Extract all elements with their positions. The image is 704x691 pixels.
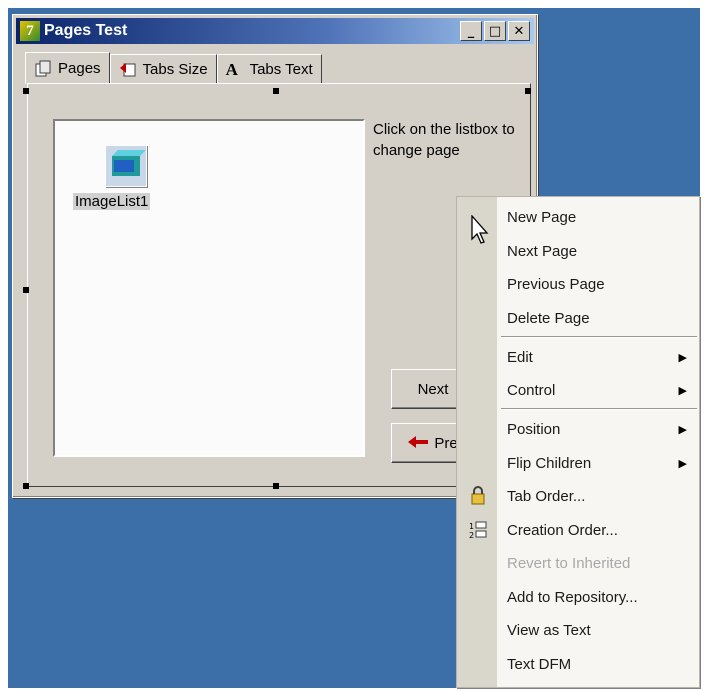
tab-pages[interactable]: Pages: [25, 52, 110, 84]
submenu-arrow-icon: ▶: [678, 423, 687, 436]
menu-item-flip-children[interactable]: Flip Children ▶: [457, 448, 699, 478]
menu-item-creation-order[interactable]: 12 Creation Order...: [457, 515, 699, 545]
menu-item-delete-page[interactable]: Delete Page: [457, 303, 699, 333]
menu-item-text-dfm[interactable]: Text DFM: [457, 649, 699, 679]
submenu-arrow-icon: ▶: [678, 457, 687, 470]
pages-icon: [34, 60, 52, 78]
next-button-label: Next: [417, 380, 449, 398]
svg-text:2: 2: [469, 531, 474, 540]
selection-handle[interactable]: [273, 483, 279, 489]
menu-item-next-page[interactable]: Next Page: [457, 236, 699, 266]
page-listbox[interactable]: ImageList1: [53, 119, 365, 457]
hint-text: Click on the listbox to change page: [373, 121, 515, 159]
submenu-arrow-icon: ▶: [678, 351, 687, 364]
tab-pages-label: Pages: [58, 60, 101, 77]
selection-handle[interactable]: [23, 483, 29, 489]
left-arrow-icon: [408, 435, 429, 452]
tab-tabs-text[interactable]: A Tabs Text: [216, 54, 322, 83]
selection-handle[interactable]: [23, 287, 29, 293]
title-bar[interactable]: 7 Pages Test _ □ ✕: [16, 18, 534, 44]
imagelist-icon[interactable]: [105, 145, 147, 187]
maximize-button[interactable]: □: [484, 21, 506, 41]
previous-button-label: Pre: [434, 434, 458, 452]
menu-item-revert-to-inherited: Revert to Inherited: [507, 554, 631, 572]
page-control-tabs: Pages Tabs Size A Tabs Text: [25, 52, 322, 84]
context-menu: New Page Next Page Previous Page Delete …: [456, 196, 700, 688]
app-icon: 7: [20, 21, 40, 41]
submenu-arrow-icon: ▶: [678, 384, 687, 397]
menu-item-add-to-repository[interactable]: Add to Repository...: [457, 582, 699, 612]
menu-item-view-as-text[interactable]: View as Text: [457, 615, 699, 645]
tab-tabs-text-label: Tabs Text: [249, 60, 313, 78]
menu-separator: [501, 408, 697, 410]
imagelist-label[interactable]: ImageList1: [73, 193, 151, 210]
menu-separator: [501, 336, 697, 338]
menu-item-previous-page[interactable]: Previous Page: [457, 269, 699, 299]
tabs-size-icon: [119, 60, 137, 78]
menu-item-new-page[interactable]: New Page: [457, 202, 699, 232]
tab-order-icon: [467, 485, 489, 507]
svg-text:1: 1: [469, 522, 474, 531]
selection-handle[interactable]: [23, 88, 29, 94]
selection-handle[interactable]: [525, 88, 531, 94]
menu-item-position[interactable]: Position ▶: [457, 414, 699, 444]
close-button[interactable]: ✕: [508, 21, 530, 41]
selection-handle[interactable]: [273, 88, 279, 94]
tab-tabs-size[interactable]: Tabs Size: [109, 54, 217, 83]
creation-order-icon: 12: [467, 519, 489, 541]
minimize-button[interactable]: _: [460, 21, 482, 41]
menu-item-tab-order[interactable]: Tab Order...: [457, 481, 699, 511]
font-a-icon: A: [225, 60, 238, 79]
window-title: Pages Test: [44, 22, 128, 39]
menu-item-edit[interactable]: Edit ▶: [457, 342, 699, 372]
menu-item-control[interactable]: Control ▶: [457, 375, 699, 405]
tab-tabs-size-label: Tabs Size: [142, 60, 208, 78]
